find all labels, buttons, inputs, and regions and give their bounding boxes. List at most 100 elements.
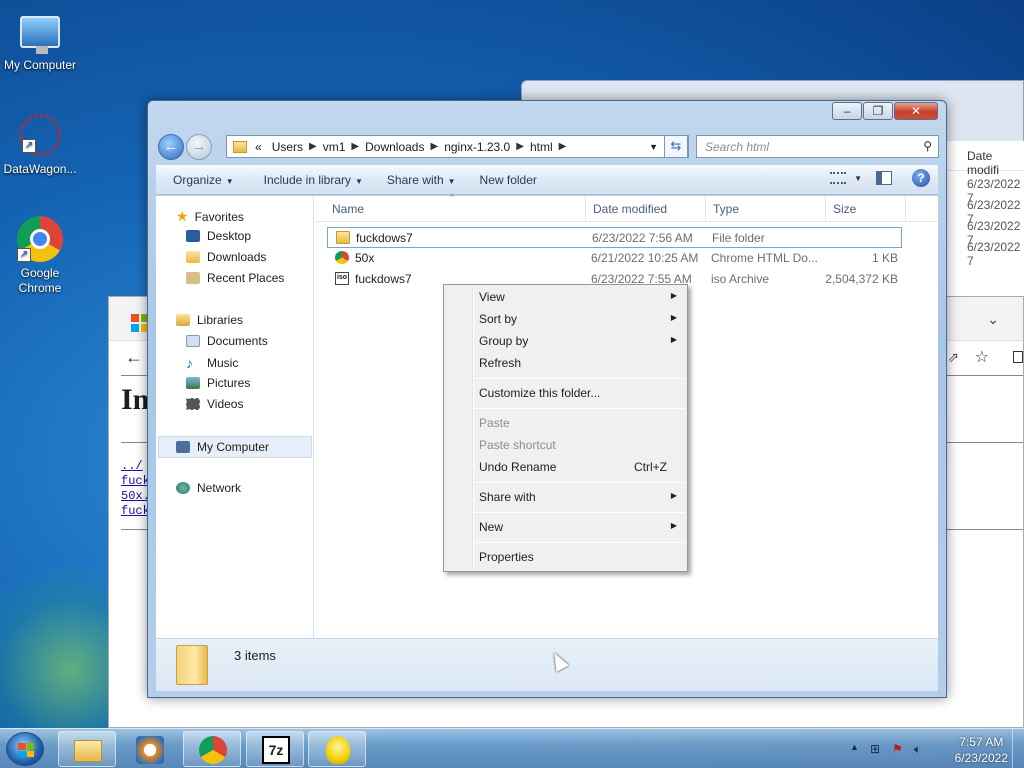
menu-item-refresh[interactable]: Refresh	[446, 352, 685, 374]
navigation-pane: ★ Favorites Desktop Downloads Recent Plac…	[156, 196, 314, 638]
desktop-icon	[186, 230, 200, 242]
menu-item-undo-rename[interactable]: Undo Rename Ctrl+Z	[446, 456, 685, 478]
column-divider	[585, 196, 586, 222]
nav-music[interactable]: ♪ Music	[186, 355, 238, 371]
breadcrumb-nginx[interactable]: nginx-1.23.0	[438, 140, 516, 154]
column-date-modified[interactable]: Date modified	[593, 202, 667, 216]
file-row[interactable]: fuckdows7 6/23/2022 7:56 AM File folder	[327, 227, 902, 248]
volume-icon[interactable]: 🔈︎	[914, 742, 921, 757]
organize-button[interactable]: Organize ▼	[164, 173, 243, 187]
change-view-icon[interactable]	[830, 172, 847, 184]
breadcrumb-downloads[interactable]: Downloads	[359, 140, 430, 154]
nav-recent-places[interactable]: Recent Places	[186, 271, 284, 285]
file-name: fuckdows7	[355, 272, 412, 286]
new-folder-button[interactable]: New folder	[471, 173, 546, 187]
back-button[interactable]: ←	[158, 134, 184, 160]
details-pane: 3 items	[156, 638, 938, 691]
browser-back-icon[interactable]: ←	[125, 347, 143, 368]
breadcrumb-overflow[interactable]: «	[251, 140, 266, 154]
menu-item-share-with[interactable]: Share with ▶	[446, 486, 685, 508]
network-icon	[176, 482, 190, 494]
column-name[interactable]: Name	[332, 202, 364, 216]
action-center-icon[interactable]: ⚑	[892, 742, 903, 756]
breadcrumb-users[interactable]: Users	[266, 140, 309, 154]
network-tray-icon[interactable]: ⊞	[870, 742, 880, 756]
clock-time: 7:57 AM	[959, 735, 1004, 749]
help-icon[interactable]: ?	[912, 169, 930, 187]
file-row[interactable]: 50x 6/21/2022 10:25 AM Chrome HTML Do...…	[327, 248, 902, 269]
preview-pane-icon[interactable]	[876, 171, 892, 185]
taskbar-explorer[interactable]	[58, 731, 116, 767]
notification-area: ▲ ⊞ ⚑ 🔈︎ 7:57 AM 6/23/2022	[844, 729, 1024, 768]
pictures-icon	[186, 377, 200, 389]
forward-button[interactable]: →	[186, 134, 212, 160]
taskbar-7zip[interactable]: 7z	[246, 731, 304, 767]
menu-item-group-by[interactable]: Group by ▶	[446, 330, 685, 352]
share-with-button[interactable]: Share with ▼	[378, 173, 465, 187]
taskbar-media-player[interactable]	[120, 731, 178, 767]
context-menu: View ▶ Sort by ▶ Group by ▶ Refresh Customi…	[443, 284, 688, 572]
desktop-icon-datawagon[interactable]: ↗ DataWagon...	[0, 114, 80, 177]
desktop-icon-my-computer[interactable]: My Computer	[0, 8, 80, 73]
taskbar-chrome[interactable]	[183, 731, 241, 767]
clock[interactable]: 7:57 AM 6/23/2022	[955, 734, 1008, 766]
nav-my-computer[interactable]: My Computer	[158, 436, 312, 458]
column-header-row: ^ Name Date modified Type Size	[315, 193, 938, 222]
chevron-down-icon[interactable]: ⌄	[987, 311, 999, 328]
menu-item-new[interactable]: New ▶	[446, 516, 685, 538]
minimize-button[interactable]: –	[832, 102, 862, 120]
nav-favorites[interactable]: ★ Favorites	[176, 208, 244, 225]
search-input[interactable]: Search html ⚲	[696, 135, 939, 158]
menu-item-view[interactable]: View ▶	[446, 286, 685, 308]
explorer-icon	[74, 740, 102, 762]
breadcrumb-separator-icon[interactable]: ▶	[430, 141, 438, 152]
breadcrumb-separator-icon[interactable]: ▶	[351, 141, 359, 152]
taskbar-lightbulb-app[interactable]	[308, 731, 366, 767]
chrome-icon: ↗	[17, 216, 63, 262]
view-dropdown-icon[interactable]: ▼	[854, 174, 862, 183]
breadcrumb-vm1[interactable]: vm1	[317, 140, 352, 154]
breadcrumb-separator-icon[interactable]: ▶	[559, 141, 567, 152]
include-in-library-button[interactable]: Include in library ▼	[255, 173, 372, 187]
nav-network[interactable]: Network	[176, 481, 241, 495]
breadcrumb-separator-icon[interactable]: ▶	[516, 141, 524, 152]
address-bar[interactable]: « Users ▶ vm1 ▶ Downloads ▶ nginx-1.23.0…	[226, 135, 689, 158]
refresh-button[interactable]: ⇆	[664, 135, 688, 158]
search-icon[interactable]: ⚲	[923, 139, 932, 153]
nav-desktop[interactable]: Desktop	[186, 229, 251, 243]
collections-icon[interactable]	[1013, 351, 1023, 363]
nav-label: My Computer	[197, 440, 270, 454]
menu-item-properties[interactable]: Properties	[446, 546, 685, 568]
downloads-icon	[186, 251, 200, 263]
shortcut-arrow-icon: ↗	[17, 248, 31, 262]
close-button[interactable]: ✕	[894, 102, 938, 120]
nav-label: Favorites	[194, 209, 244, 224]
column-size[interactable]: Size	[833, 202, 856, 216]
column-type[interactable]: Type	[713, 202, 739, 216]
nav-documents[interactable]: Documents	[186, 334, 268, 348]
menu-label: New	[479, 520, 504, 534]
nav-label: Downloads	[207, 250, 267, 264]
nav-downloads[interactable]: Downloads	[186, 250, 266, 264]
breadcrumb-html[interactable]: html	[524, 140, 559, 154]
menu-item-customize-folder[interactable]: Customize this folder...	[446, 382, 685, 404]
desktop-icon-google-chrome[interactable]: ↗ Google Chrome	[0, 216, 80, 296]
favorite-star-icon[interactable]: ☆	[975, 347, 989, 367]
nav-label: Network	[197, 481, 242, 495]
link-parent[interactable]: ../	[121, 459, 150, 474]
menu-item-sort-by[interactable]: Sort by ▶	[446, 308, 685, 330]
link-file[interactable]: fuck	[121, 504, 150, 519]
address-dropdown-icon[interactable]: ▼	[649, 142, 658, 152]
breadcrumb-separator-icon[interactable]: ▶	[309, 141, 317, 152]
show-hidden-icons-icon[interactable]: ▲	[850, 742, 859, 752]
nav-libraries[interactable]: Libraries	[176, 313, 243, 327]
show-desktop-button[interactable]	[1012, 729, 1024, 768]
nav-videos[interactable]: Videos	[186, 397, 243, 411]
start-button[interactable]	[6, 732, 44, 766]
nav-pictures[interactable]: Pictures	[186, 376, 250, 390]
share-icon[interactable]: ⇗	[947, 349, 959, 366]
link-file[interactable]: 50x.	[121, 489, 150, 504]
command-bar: Organize ▼ Include in library ▼ Share with…	[156, 165, 938, 195]
link-file[interactable]: fuck	[121, 474, 150, 489]
maximize-button[interactable]: ❐	[863, 102, 893, 120]
